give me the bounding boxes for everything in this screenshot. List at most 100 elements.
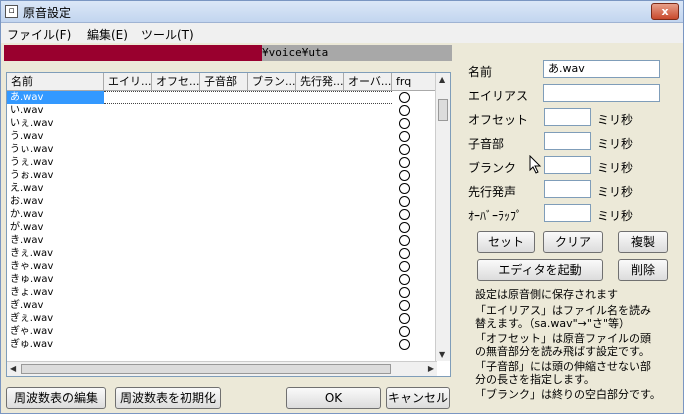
launch-editor-button[interactable]: エディタを起動	[477, 259, 603, 281]
row-filename: ぎぇ.wav	[10, 313, 54, 324]
row-values	[104, 273, 392, 286]
table-row[interactable]: いぇ.wav	[7, 117, 437, 130]
scroll-left-icon[interactable]: ◀	[10, 364, 16, 373]
table-row[interactable]: きょ.wav	[7, 286, 437, 299]
note-line-7: 分の長さを指定します。	[475, 373, 595, 386]
table-row[interactable]: うぉ.wav	[7, 169, 437, 182]
row-values	[104, 130, 392, 143]
table-row[interactable]: あ.wav	[7, 91, 437, 104]
table-row[interactable]: ぎゃ.wav	[7, 325, 437, 338]
overlap-field[interactable]	[544, 204, 591, 222]
row-values	[104, 143, 392, 156]
frq-status-icon	[399, 209, 410, 220]
frq-status-icon	[399, 287, 410, 298]
dialog-window: ▫ 原音設定 x ファイル(F) 編集(E) ツール(T) ¥voice¥uta…	[0, 0, 684, 414]
row-filename: お.wav	[10, 196, 44, 207]
overlap-unit: ミリ秒	[597, 209, 634, 223]
row-values	[104, 234, 392, 247]
vertical-scrollbar[interactable]: ▲ ▼	[435, 73, 450, 361]
scroll-down-icon[interactable]: ▼	[439, 350, 445, 359]
frq-status-icon	[399, 300, 410, 311]
table-row[interactable]: ぎ.wav	[7, 299, 437, 312]
row-values	[104, 338, 392, 351]
name-label: 名前	[468, 65, 493, 79]
frq-status-icon	[399, 105, 410, 116]
table-row[interactable]: か.wav	[7, 208, 437, 221]
row-filename: き.wav	[10, 235, 44, 246]
oto-table[interactable]: 名前 エイリ... オフセ... 子音部 ブラン... 先行発... オーバ..…	[6, 72, 451, 377]
ok-button[interactable]: OK	[286, 387, 381, 409]
row-filename: うぃ.wav	[10, 144, 54, 155]
frq-status-icon	[399, 326, 410, 337]
col-overlap[interactable]: オーバ...	[344, 73, 392, 91]
table-row[interactable]: ぎぇ.wav	[7, 312, 437, 325]
row-values	[104, 117, 392, 130]
table-row[interactable]: きゃ.wav	[7, 260, 437, 273]
menu-file[interactable]: ファイル(F)	[7, 26, 71, 43]
col-consonant[interactable]: 子音部	[200, 73, 248, 91]
scroll-right-icon[interactable]: ▶	[428, 364, 434, 373]
offset-field[interactable]	[544, 108, 591, 126]
voicebank-path: ¥voice¥uta	[262, 46, 329, 59]
table-header: 名前 エイリ... オフセ... 子音部 ブラン... 先行発... オーバ..…	[7, 73, 437, 91]
table-row[interactable]: が.wav	[7, 221, 437, 234]
preutter-unit: ミリ秒	[597, 185, 634, 199]
table-row[interactable]: うぃ.wav	[7, 143, 437, 156]
row-values	[104, 247, 392, 260]
table-row[interactable]: え.wav	[7, 182, 437, 195]
horizontal-scroll-thumb[interactable]	[21, 364, 391, 374]
table-row[interactable]: きゅ.wav	[7, 273, 437, 286]
app-icon: ▫	[5, 5, 18, 18]
close-button[interactable]: x	[651, 3, 679, 20]
note-line-2: 「エイリアス」はファイル名を読み	[475, 304, 651, 317]
row-values	[104, 208, 392, 221]
row-filename: きょ.wav	[10, 287, 54, 298]
table-row[interactable]: お.wav	[7, 195, 437, 208]
clear-button[interactable]: クリア	[543, 231, 603, 253]
row-values	[104, 169, 392, 182]
col-blank[interactable]: ブラン...	[248, 73, 296, 91]
row-values	[104, 299, 392, 312]
note-line-4: 「オフセット」は原音ファイルの頭	[475, 332, 651, 345]
col-preutter[interactable]: 先行発...	[296, 73, 344, 91]
voicebank-path-bar: ¥voice¥uta	[4, 45, 452, 61]
table-row[interactable]: い.wav	[7, 104, 437, 117]
table-row[interactable]: ぎゅ.wav	[7, 338, 437, 351]
table-row[interactable]: うぇ.wav	[7, 156, 437, 169]
edit-frequency-table-button[interactable]: 周波数表の編集	[6, 387, 106, 409]
row-filename: うぇ.wav	[10, 157, 54, 168]
col-alias[interactable]: エイリ...	[104, 73, 152, 91]
set-button[interactable]: セット	[477, 231, 535, 253]
menu-tools[interactable]: ツール(T)	[141, 26, 194, 43]
scroll-up-icon[interactable]: ▲	[439, 75, 445, 84]
alias-field[interactable]	[543, 84, 660, 102]
vertical-scroll-thumb[interactable]	[438, 99, 448, 121]
row-values	[104, 156, 392, 169]
col-name[interactable]: 名前	[7, 73, 104, 91]
cancel-button[interactable]: キャンセル	[386, 387, 450, 409]
blank-label: ブランク	[468, 161, 517, 175]
frq-status-icon	[399, 248, 410, 259]
menu-edit[interactable]: 編集(E)	[87, 26, 128, 43]
horizontal-scrollbar[interactable]: ◀ ▶	[7, 361, 437, 376]
consonant-label: 子音部	[468, 137, 505, 151]
delete-button[interactable]: 削除	[618, 259, 668, 281]
col-offset[interactable]: オフセ...	[152, 73, 200, 91]
preutter-field[interactable]	[544, 180, 591, 198]
frq-status-icon	[399, 222, 410, 233]
table-row[interactable]: き.wav	[7, 234, 437, 247]
table-row[interactable]: きぇ.wav	[7, 247, 437, 260]
note-line-8: 「ブランク」は終りの空白部分です。	[475, 388, 661, 401]
blank-field[interactable]	[544, 156, 591, 174]
row-filename: あ.wav	[7, 91, 104, 104]
name-field[interactable]: あ.wav	[543, 60, 660, 78]
row-values	[104, 104, 392, 117]
col-frq[interactable]: frq	[392, 73, 437, 91]
row-filename: が.wav	[10, 222, 44, 233]
title-bar[interactable]: ▫ 原音設定 x	[1, 1, 683, 23]
init-frequency-table-button[interactable]: 周波数表を初期化	[115, 387, 221, 409]
table-row[interactable]: う.wav	[7, 130, 437, 143]
consonant-field[interactable]	[544, 132, 591, 150]
row-values	[104, 312, 392, 325]
copy-button[interactable]: 複製	[618, 231, 668, 253]
